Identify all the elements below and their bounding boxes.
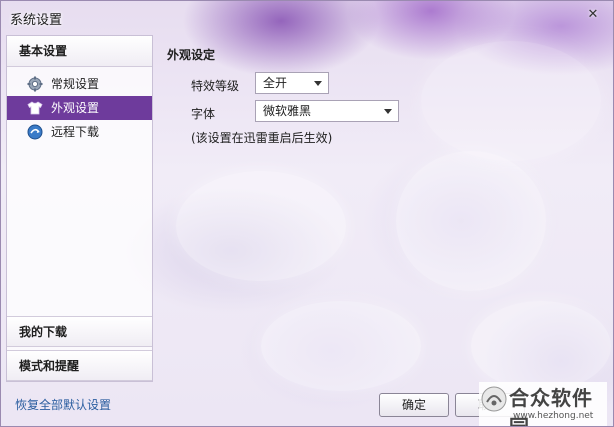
sidebar-item-label: 外观设置 xyxy=(51,101,100,115)
close-button[interactable]: ✕ xyxy=(585,7,601,23)
watermark-url: www.hezhong.net xyxy=(513,411,594,421)
effect-level-value: 全开 xyxy=(263,76,288,90)
effect-level-label: 特效等级 xyxy=(191,79,240,93)
restore-defaults-link[interactable]: 恢复全部默认设置 xyxy=(15,396,111,413)
chevron-down-icon xyxy=(384,109,392,114)
gear-icon xyxy=(27,76,43,92)
watermark: 合众软件园 www.hezhong.net xyxy=(479,382,607,426)
settings-window: 系统设置 ✕ 基本设置 常规设置 外观设置 远程下载 我的下载 模式和提醒 外观… xyxy=(0,0,614,427)
background-petal xyxy=(421,41,601,161)
background-petal xyxy=(261,301,421,391)
sidebar-item-label: 远程下载 xyxy=(51,125,100,139)
chevron-down-icon xyxy=(314,81,322,86)
remote-download-icon xyxy=(27,124,43,140)
ok-button[interactable]: 确定 xyxy=(379,393,449,417)
restart-note: (该设置在迅雷重启后生效) xyxy=(191,131,333,145)
sidebar-item-appearance-settings[interactable]: 外观设置 xyxy=(7,96,152,120)
sidebar-item-general-settings[interactable]: 常规设置 xyxy=(7,72,152,96)
font-value: 微软雅黑 xyxy=(263,104,312,118)
sidebar: 基本设置 常规设置 外观设置 远程下载 我的下载 模式和提醒 xyxy=(6,35,153,382)
window-title: 系统设置 xyxy=(10,13,63,28)
shirt-icon xyxy=(27,101,43,115)
sidebar-group-mode-and-reminder[interactable]: 模式和提醒 xyxy=(7,350,152,381)
sidebar-group-my-downloads[interactable]: 我的下载 xyxy=(7,316,152,347)
sidebar-item-remote-download[interactable]: 远程下载 xyxy=(7,120,152,144)
sidebar-item-label: 常规设置 xyxy=(51,77,100,91)
font-label: 字体 xyxy=(191,107,216,121)
background-petal xyxy=(396,151,546,291)
background-petal xyxy=(176,171,346,281)
background-petal xyxy=(471,301,611,391)
effect-level-select[interactable]: 全开 xyxy=(255,72,329,94)
section-title: 外观设定 xyxy=(167,48,216,62)
watermark-logo-icon xyxy=(481,386,507,412)
sidebar-group-basic-settings[interactable]: 基本设置 xyxy=(7,36,152,67)
title-bar: 系统设置 ✕ xyxy=(1,1,613,33)
font-select[interactable]: 微软雅黑 xyxy=(255,100,399,122)
